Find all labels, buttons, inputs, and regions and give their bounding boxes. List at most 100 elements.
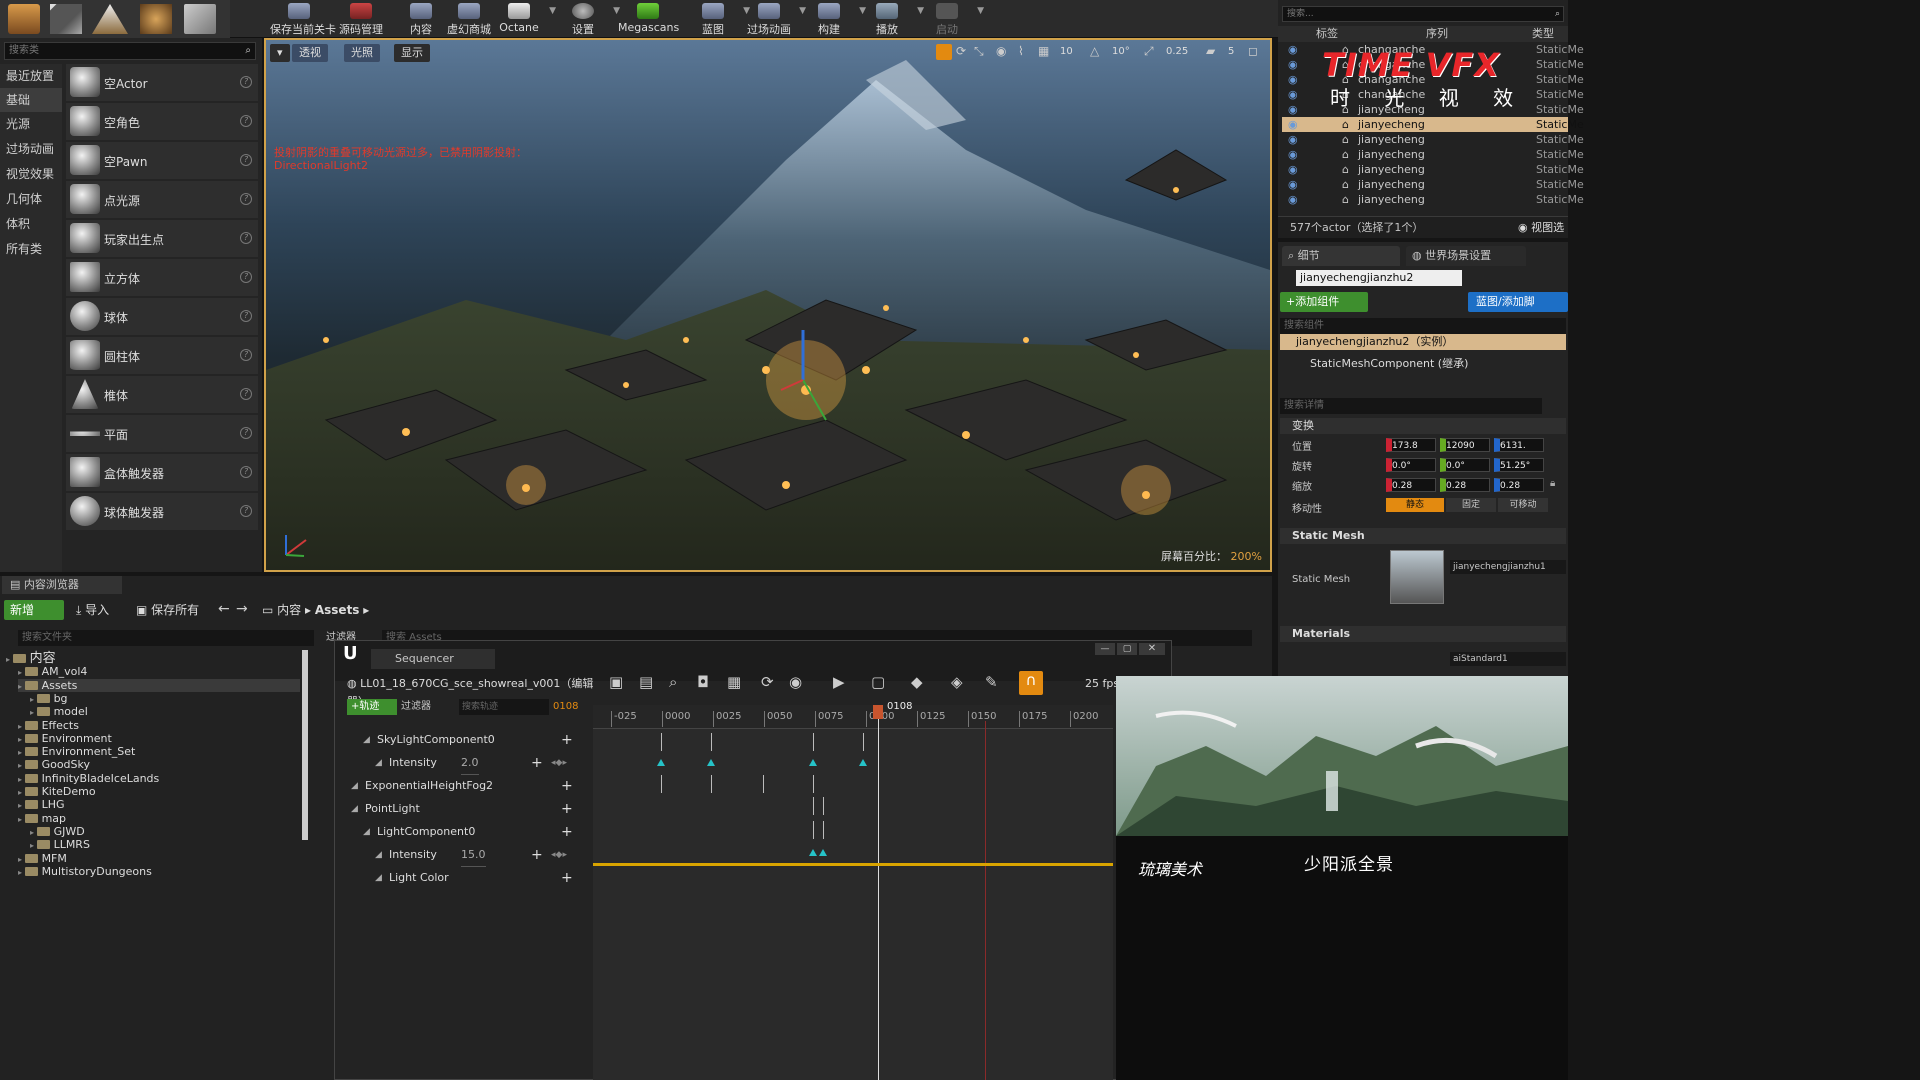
pencil-icon[interactable]: ✎	[985, 673, 998, 691]
expand-arrow-icon[interactable]: ▸	[18, 855, 25, 864]
actor-item-cone[interactable]: 椎体?	[66, 376, 258, 413]
location-z-field[interactable]: 6131.	[1494, 438, 1544, 452]
static-mesh-asset-picker[interactable]: jianyechengjianzhu1	[1450, 560, 1566, 574]
actor-item-point-light[interactable]: 点光源?	[66, 181, 258, 218]
scale-tool-icon[interactable]: ⤡	[974, 44, 984, 59]
keyframe-nav-icon[interactable]: ◂◆▸	[551, 844, 567, 866]
eye-icon[interactable]: ◉	[1288, 102, 1298, 117]
expand-arrow-icon[interactable]: ▸	[18, 682, 25, 691]
back-arrow-icon[interactable]: ←	[218, 601, 230, 617]
scale-snap-icon[interactable]: ⤢	[1144, 44, 1154, 59]
viewport-options-button[interactable]: ▾	[270, 44, 290, 62]
import-button[interactable]: ⤓ 导入	[76, 600, 109, 620]
save-all-button[interactable]: ▣ 保存所有	[136, 600, 199, 620]
category-recent[interactable]: 最近放置	[0, 64, 62, 88]
sequencer-tab[interactable]: Sequencer	[371, 649, 495, 669]
keyframe-nav-icon[interactable]: ◂◆▸	[551, 752, 567, 774]
scale-x-field[interactable]: 0.28	[1386, 478, 1436, 492]
eye-icon[interactable]: ◉	[1288, 72, 1298, 87]
playhead[interactable]	[878, 705, 879, 1080]
world-space-icon[interactable]: ◉	[996, 44, 1006, 58]
category-geometry[interactable]: 几何体	[0, 187, 62, 211]
scale-y-field[interactable]: 0.28	[1440, 478, 1490, 492]
folder-tree-scrollbar[interactable]	[302, 650, 308, 840]
megascans-button[interactable]: Megascans	[618, 0, 679, 36]
view-options-button[interactable]: ◉ 视图选	[1518, 217, 1564, 239]
details-tab[interactable]: ⌕ 细节	[1282, 246, 1400, 266]
rotate-tool-icon[interactable]: ⟳	[956, 44, 966, 58]
launch-button[interactable]: 启动 ▼	[918, 0, 984, 36]
place-mode-icon[interactable]	[8, 4, 40, 34]
rotation-x-field[interactable]: 0.0°	[1386, 458, 1436, 472]
camera-speed-value[interactable]: 5	[1228, 46, 1234, 57]
search-tracks-input[interactable]: 搜索轨迹	[459, 699, 549, 715]
world-settings-tab[interactable]: ◍ 世界场景设置	[1406, 246, 1526, 266]
location-label[interactable]: 位置	[1292, 438, 1312, 453]
breadcrumb-root[interactable]: 内容	[277, 603, 301, 617]
expand-arrow-icon[interactable]: ▸	[30, 695, 37, 704]
expand-arrow-icon[interactable]: ▸	[18, 775, 25, 784]
eye-icon[interactable]: ◉	[1288, 87, 1298, 102]
add-icon[interactable]: +	[561, 867, 573, 889]
grid-snap-icon[interactable]: ▦	[1038, 44, 1049, 58]
search-folders-input[interactable]: 搜索文件夹	[18, 630, 314, 646]
selection-icon[interactable]: ▢	[871, 673, 885, 691]
settings-button[interactable]: 设置 ▼	[554, 0, 620, 36]
expand-arrow-icon[interactable]: ◢	[363, 821, 370, 843]
expand-arrow-icon[interactable]: ◢	[375, 844, 382, 866]
folder-tree-item[interactable]: ▸ KiteDemo	[18, 785, 300, 798]
actor-item-cylinder[interactable]: 圆柱体?	[66, 337, 258, 374]
outliner-row[interactable]: ◉ ⌂ jianyecheng StaticMe	[1282, 147, 1584, 162]
expand-arrow-icon[interactable]: ◢	[363, 729, 370, 751]
folder-tree-item[interactable]: ▸ map	[18, 812, 300, 825]
keyframe[interactable]	[819, 849, 827, 856]
close-icon[interactable]: ✕	[1139, 643, 1165, 655]
scale-z-field[interactable]: 0.28	[1494, 478, 1544, 492]
actor-item-cube[interactable]: 立方体?	[66, 259, 258, 296]
outliner-row[interactable]: ◉ ⌂ jianyecheng StaticMe	[1282, 177, 1584, 192]
category-all-classes[interactable]: 所有类	[0, 237, 62, 261]
help-icon[interactable]: ?	[240, 271, 252, 283]
keyframe[interactable]	[657, 759, 665, 766]
playhead-handle[interactable]	[873, 705, 883, 719]
keyframe[interactable]	[809, 759, 817, 766]
folder-tree-item[interactable]: ▸ MFM	[18, 852, 300, 865]
category-cinematic[interactable]: 过场动画	[0, 137, 62, 161]
mobility-stationary-button[interactable]: 固定	[1446, 498, 1496, 512]
expand-arrow-icon[interactable]: ▸	[18, 801, 25, 810]
expand-arrow-icon[interactable]: ▸	[18, 815, 25, 824]
outliner-row[interactable]: ◉ ⌂ jianyecheng StaticMe	[1282, 162, 1584, 177]
search-details-input[interactable]: 搜索详情	[1280, 398, 1542, 414]
mobility-static-button[interactable]: 静态	[1386, 498, 1444, 512]
paint-mode-icon[interactable]	[50, 4, 82, 34]
search-components-input[interactable]: 搜索组件	[1280, 318, 1566, 334]
expand-arrow-icon[interactable]: ▸	[18, 761, 25, 770]
expand-arrow-icon[interactable]: ◢	[351, 798, 358, 820]
keyframe[interactable]	[707, 759, 715, 766]
rotation-y-field[interactable]: 0.0°	[1440, 458, 1490, 472]
static-mesh-component-row[interactable]: StaticMeshComponent (继承)	[1280, 356, 1566, 372]
fps-selector[interactable]: 25 fps	[1085, 677, 1119, 690]
eye-icon[interactable]: ◉	[1288, 57, 1298, 72]
grid-snap-value[interactable]: 10	[1060, 46, 1073, 57]
add-icon[interactable]: +	[561, 729, 573, 751]
help-icon[interactable]: ?	[240, 427, 252, 439]
scale-snap-value[interactable]: 0.25	[1166, 46, 1188, 57]
eye-icon[interactable]: ◉	[1288, 177, 1298, 192]
sequence-selector[interactable]: ◍ LL01_18_670CG_sce_showreal_v001（编辑器） ▾	[347, 675, 597, 708]
breadcrumb-current[interactable]: Assets	[315, 603, 360, 617]
eye-icon[interactable]: ◉	[1288, 192, 1298, 207]
help-icon[interactable]: ?	[240, 349, 252, 361]
actor-item-box-trigger[interactable]: 盒体触发器?	[66, 454, 258, 491]
category-visual-effects[interactable]: 视觉效果	[0, 162, 62, 186]
sequencer-track-row[interactable]: ◢ SkyLightComponent0 +	[343, 729, 589, 751]
eye-icon[interactable]: ◉	[1288, 162, 1298, 177]
blueprints-button[interactable]: 蓝图 ▼	[684, 0, 750, 36]
outliner-row[interactable]: ◉ ⌂ jianyecheng StaticMe	[1282, 192, 1584, 207]
foliage-mode-icon[interactable]	[140, 4, 172, 34]
build-button[interactable]: 构建 ▼	[800, 0, 866, 36]
component-instance-row[interactable]: jianyechengjianzhu2（实例）	[1280, 334, 1566, 350]
help-icon[interactable]: ?	[240, 388, 252, 400]
render-movie-icon[interactable]: ▤	[639, 673, 653, 691]
column-label-header[interactable]: 标签	[1316, 26, 1338, 42]
